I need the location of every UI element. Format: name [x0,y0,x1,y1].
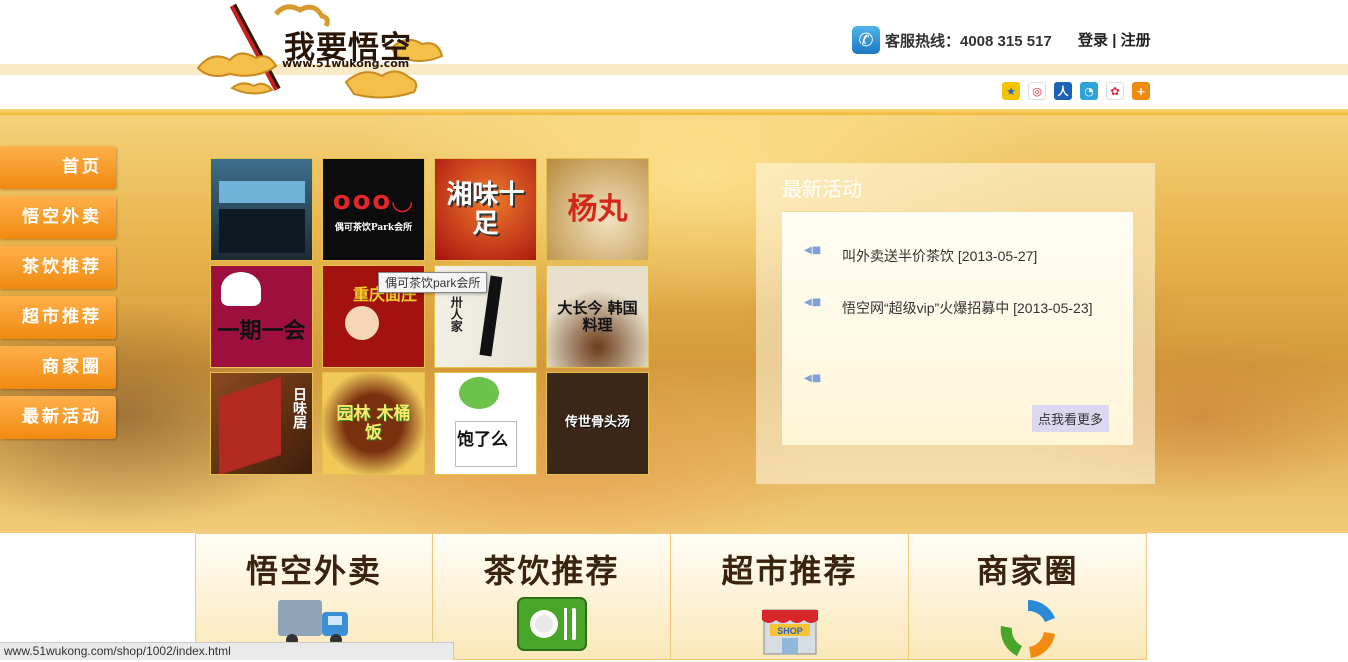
category-label: 悟空外卖 [245,552,382,590]
kaixin-icon[interactable]: ✿ [1106,82,1124,100]
category-label: 茶饮推荐 [483,552,620,590]
news-item-text[interactable] [842,370,1102,384]
megaphone-icon: ◀■ [804,297,822,308]
svg-text:SHOP: SHOP [777,626,803,636]
category-merchants[interactable]: 商家圈 [909,533,1147,660]
recycle-arrows-icon [1000,599,1055,658]
weibo-icon[interactable]: ◎ [1028,82,1046,100]
megaphone-icon: ◀■ [804,373,822,384]
side-nav: 首页 悟空外卖 茶饮推荐 超市推荐 商家圈 最新活动 [0,146,116,446]
login-link[interactable]: 登录 [1078,32,1108,49]
tile-tooltip: 偶可茶饮park会所 [378,272,488,293]
merchant-tile-storefront[interactable] [210,158,313,261]
nav-item-delivery[interactable]: 悟空外卖 [0,196,116,239]
tile-label: 湘味十足 [446,179,525,239]
tile-label: 卅人家 [449,296,464,332]
merchant-tile-korean[interactable]: 大长今 韩国料理 [546,265,649,368]
tile-label: 大长今 韩国料理 [557,299,638,334]
more-news-button[interactable]: 点我看更多 [1032,405,1110,432]
tile-label: 一期一会 [217,318,306,345]
category-delivery[interactable]: 悟空外卖 [195,533,433,660]
category-supermarket[interactable]: 超市推荐 SHOP [671,533,909,660]
renren-icon[interactable]: 人 [1054,82,1072,100]
category-label: 商家圈 [976,552,1079,590]
tile-label: 园林 木桶饭 [336,403,411,443]
tile-label: 饱了么 [457,430,508,450]
merchant-tile-baoleme[interactable]: 饱了么 [434,372,537,475]
merchant-tile-riweiju[interactable]: 日味居 [210,372,313,475]
shop-icon: SHOP [761,609,818,655]
merchant-tile-yuanlin[interactable]: 园林 木桶饭 [322,372,425,475]
auth-links: 登录 | 注册 [1078,29,1151,50]
megaphone-icon: ◀■ [804,245,822,256]
qzone-icon[interactable]: ★ [1002,82,1020,100]
logo-url: www.51wukong.com [282,57,410,70]
merchant-tile-yangwan[interactable]: 杨丸 [546,158,649,261]
tile-label: 传世骨头汤 [564,415,630,431]
tencent-weibo-icon[interactable]: ◔ [1080,82,1098,100]
register-link[interactable]: 注册 [1121,32,1151,49]
auth-separator: | [1112,32,1117,49]
merchant-tile-yiqiyihui[interactable]: 一期一会 [210,265,313,368]
news-item[interactable]: ◀■ [804,370,1102,384]
plate-cutlery-icon [516,597,587,651]
news-panel: 最新活动 ◀■ 叫外卖送半价茶饮 [2013-05-27] ◀■ 悟空网“超级v… [756,163,1155,484]
nav-item-events[interactable]: 最新活动 [0,396,116,439]
nav-item-home[interactable]: 首页 [0,146,116,189]
news-item-text[interactable]: 悟空网“超级vip”火爆招募中 [2013-05-23] [842,294,1102,323]
news-item-text[interactable]: 叫外卖送半价茶饮 [2013-05-27] [842,242,1102,271]
merchant-tile-xiang[interactable]: 湘味十足 [434,158,537,261]
hero-banner: 首页 悟空外卖 茶饮推荐 超市推荐 商家圈 最新活动 ooo◡ 偶可茶饮Park… [0,115,1348,533]
news-title: 最新活动 [782,177,862,201]
hotline: ✆ 客服热线：4008 315 517 [852,26,1052,54]
merchant-tile-park[interactable]: ooo◡ 偶可茶饮Park会所 [322,158,425,261]
category-label: 超市推荐 [721,552,858,590]
news-item[interactable]: ◀■ 悟空网“超级vip”火爆招募中 [2013-05-23] [804,294,1102,323]
site-logo[interactable]: 我要悟空 www.51wukong.com [196,0,452,106]
category-tea[interactable]: 茶饮推荐 [433,533,671,660]
news-list: ◀■ 叫外卖送半价茶饮 [2013-05-27] ◀■ 悟空网“超级vip”火爆… [782,211,1133,445]
nav-item-merchants[interactable]: 商家圈 [0,346,116,389]
phone-icon: ✆ [852,26,880,54]
category-panels: 悟空外卖 茶饮推荐 超市推荐 SHOP 商家圈 [195,533,1147,660]
site-header: 我要悟空 www.51wukong.com ✆ 客服热线：4008 315 51… [0,0,1348,115]
browser-status-url: www.51wukong.com/shop/1002/index.html [0,642,454,660]
news-item[interactable]: ◀■ 叫外卖送半价茶饮 [2013-05-27] [804,242,1102,271]
share-icons: ★ ◎ 人 ◔ ✿ + [1002,82,1150,100]
merchant-grid: ooo◡ 偶可茶饮Park会所 湘味十足 杨丸 一期一会 重庆面庄 卅人家 大长… [210,158,650,475]
nav-item-tea[interactable]: 茶饮推荐 [0,246,116,289]
more-share-icon[interactable]: + [1132,82,1150,100]
tile-label: 日味居 [291,387,307,429]
delivery-truck-icon [278,600,348,646]
merchant-tile-chuanshi[interactable]: 传世骨头汤 [546,372,649,475]
hotline-text: 客服热线：4008 315 517 [885,32,1052,50]
tile-label: 杨丸 [567,192,628,227]
nav-item-supermarket[interactable]: 超市推荐 [0,296,116,339]
tile-label: 偶可茶饮Park会所 [334,222,413,233]
